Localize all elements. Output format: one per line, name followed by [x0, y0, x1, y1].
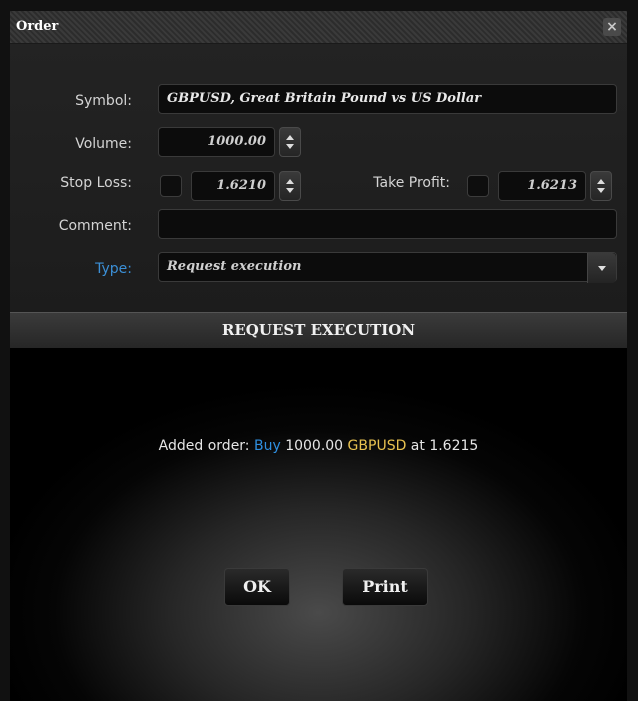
title-bar[interactable]: Order × [10, 11, 627, 44]
stop-loss-value: 1.6210 [216, 178, 266, 193]
order-price: at 1.6215 [406, 438, 479, 454]
print-button[interactable]: Print [342, 568, 428, 606]
stop-loss-label: Stop Loss: [60, 175, 132, 191]
take-profit-label: Take Profit: [373, 175, 450, 191]
type-select[interactable]: Request execution [158, 252, 617, 283]
order-symbol: GBPUSD [347, 438, 407, 454]
volume-spinner[interactable] [279, 127, 301, 157]
type-label: Type: [95, 261, 132, 277]
order-side: Buy [253, 438, 281, 454]
spinner-arrows-icon [597, 179, 605, 193]
take-profit-value: 1.6213 [527, 178, 577, 193]
dialog-title: Order [16, 19, 59, 34]
order-volume: 1000.00 [280, 438, 348, 454]
stop-loss-spinner[interactable] [279, 171, 301, 201]
result-message: Added order: Buy 1000.00 GBPUSD at 1.621… [10, 438, 627, 454]
dropdown-button[interactable] [587, 253, 616, 283]
order-dialog: Order × Symbol: GBPUSD, Great Britain Po… [10, 11, 627, 701]
comment-field[interactable] [158, 209, 617, 239]
symbol-field[interactable]: GBPUSD, Great Britain Pound vs US Dollar [158, 84, 617, 114]
spinner-arrows-icon [286, 179, 294, 193]
symbol-label: Symbol: [75, 93, 132, 109]
ok-button[interactable]: OK [224, 568, 290, 606]
comment-label: Comment: [58, 218, 132, 234]
section-title: REQUEST EXECUTION [221, 321, 416, 339]
result-panel: Added order: Buy 1000.00 GBPUSD at 1.621… [10, 348, 627, 701]
type-value: Request execution [167, 259, 302, 274]
spinner-arrows-icon [286, 135, 294, 149]
result-prefix: Added order: [158, 438, 254, 454]
chevron-down-icon [598, 266, 606, 271]
stop-loss-field[interactable]: 1.6210 [191, 171, 275, 201]
volume-field[interactable]: 1000.00 [158, 127, 275, 157]
volume-value: 1000.00 [207, 134, 266, 149]
stop-loss-checkbox[interactable] [160, 175, 182, 197]
volume-label: Volume: [75, 136, 132, 152]
take-profit-spinner[interactable] [590, 171, 612, 201]
take-profit-checkbox[interactable] [467, 175, 489, 197]
section-header: REQUEST EXECUTION [10, 312, 627, 349]
close-icon[interactable]: × [603, 18, 621, 36]
take-profit-field[interactable]: 1.6213 [498, 171, 586, 201]
order-form: Symbol: GBPUSD, Great Britain Pound vs U… [10, 44, 627, 319]
symbol-value: GBPUSD, Great Britain Pound vs US Dollar [167, 91, 482, 106]
